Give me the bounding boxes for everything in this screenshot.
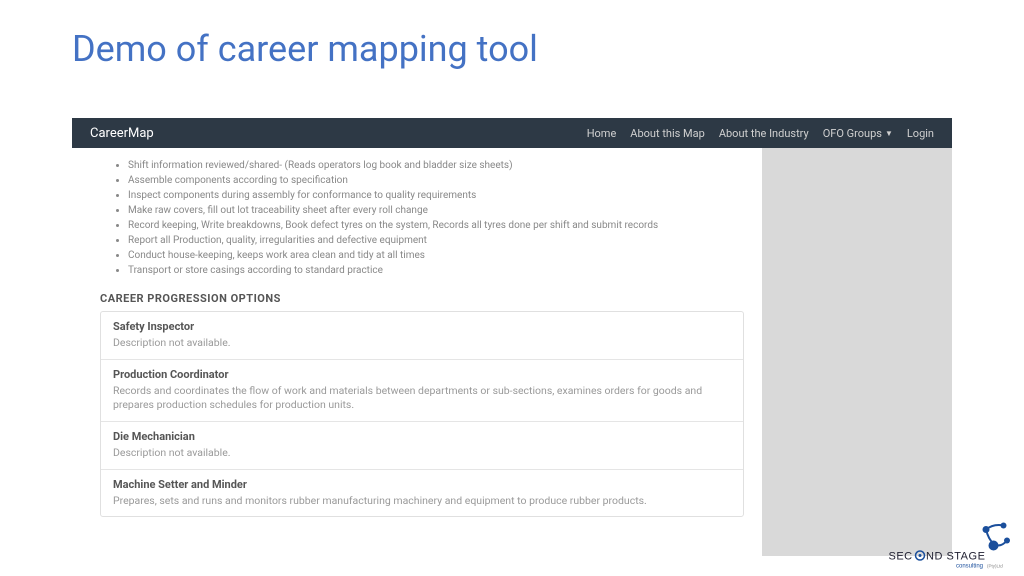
main-column: Shift information reviewed/shared- (Read…	[72, 148, 762, 556]
nav-about-map[interactable]: About this Map	[630, 127, 705, 140]
list-item: Record keeping, Write breakdowns, Book d…	[128, 218, 744, 233]
list-item: Conduct house-keeping, keeps work area c…	[128, 248, 744, 263]
svg-text:SEC: SEC	[889, 551, 913, 563]
nav-label: OFO Groups	[823, 127, 882, 140]
list-item: Shift information reviewed/shared- (Read…	[128, 158, 744, 173]
card-desc: Description not available.	[113, 336, 731, 351]
brand[interactable]: CareerMap	[90, 126, 154, 141]
card-title: Die Mechanician	[113, 430, 731, 443]
svg-text:ND STAGE: ND STAGE	[926, 551, 985, 563]
nav-label: About the Industry	[719, 127, 809, 140]
content-wrap: Shift information reviewed/shared- (Read…	[72, 148, 952, 556]
bullet-list: Shift information reviewed/shared- (Read…	[100, 158, 744, 278]
slide-title: Demo of career mapping tool	[0, 0, 1024, 82]
nav-about-industry[interactable]: About the Industry	[719, 127, 809, 140]
svg-text:consulting: consulting	[956, 564, 983, 570]
career-options-list: Safety Inspector Description not availab…	[100, 311, 744, 517]
nav-login[interactable]: Login	[907, 127, 934, 140]
svg-text:(Pty)Ltd: (Pty)Ltd	[987, 564, 1003, 569]
career-card[interactable]: Safety Inspector Description not availab…	[101, 312, 743, 360]
chevron-down-icon: ▼	[885, 129, 893, 138]
card-title: Production Coordinator	[113, 368, 731, 381]
card-title: Safety Inspector	[113, 320, 731, 333]
navbar: CareerMap Home About this Map About the …	[72, 118, 952, 148]
app-frame: CareerMap Home About this Map About the …	[72, 118, 952, 556]
nav-ofo-groups[interactable]: OFO Groups▼	[823, 127, 893, 140]
list-item: Report all Production, quality, irregula…	[128, 233, 744, 248]
nav-label: Login	[907, 127, 934, 140]
nav-label: Home	[587, 127, 617, 140]
card-desc: Description not available.	[113, 446, 731, 461]
card-desc: Prepares, sets and runs and monitors rub…	[113, 494, 731, 509]
card-title: Machine Setter and Minder	[113, 478, 731, 491]
list-item: Assemble components according to specifi…	[128, 173, 744, 188]
nav-label: About this Map	[630, 127, 705, 140]
nav-home[interactable]: Home	[587, 127, 617, 140]
list-item: Transport or store casings according to …	[128, 263, 744, 278]
list-item: Inspect components during assembly for c…	[128, 188, 744, 203]
career-card[interactable]: Production Coordinator Records and coord…	[101, 360, 743, 422]
career-card[interactable]: Machine Setter and Minder Prepares, sets…	[101, 470, 743, 517]
logo-icon: SEC ND STAGE consulting (Pty)Ltd	[886, 514, 1016, 570]
side-column	[762, 148, 952, 556]
list-item: Make raw covers, fill out lot traceabili…	[128, 203, 744, 218]
logo: SEC ND STAGE consulting (Pty)Ltd	[886, 514, 1016, 570]
section-heading: CAREER PROGRESSION OPTIONS	[100, 292, 744, 305]
card-desc: Records and coordinates the flow of work…	[113, 384, 731, 413]
career-card[interactable]: Die Mechanician Description not availabl…	[101, 422, 743, 470]
